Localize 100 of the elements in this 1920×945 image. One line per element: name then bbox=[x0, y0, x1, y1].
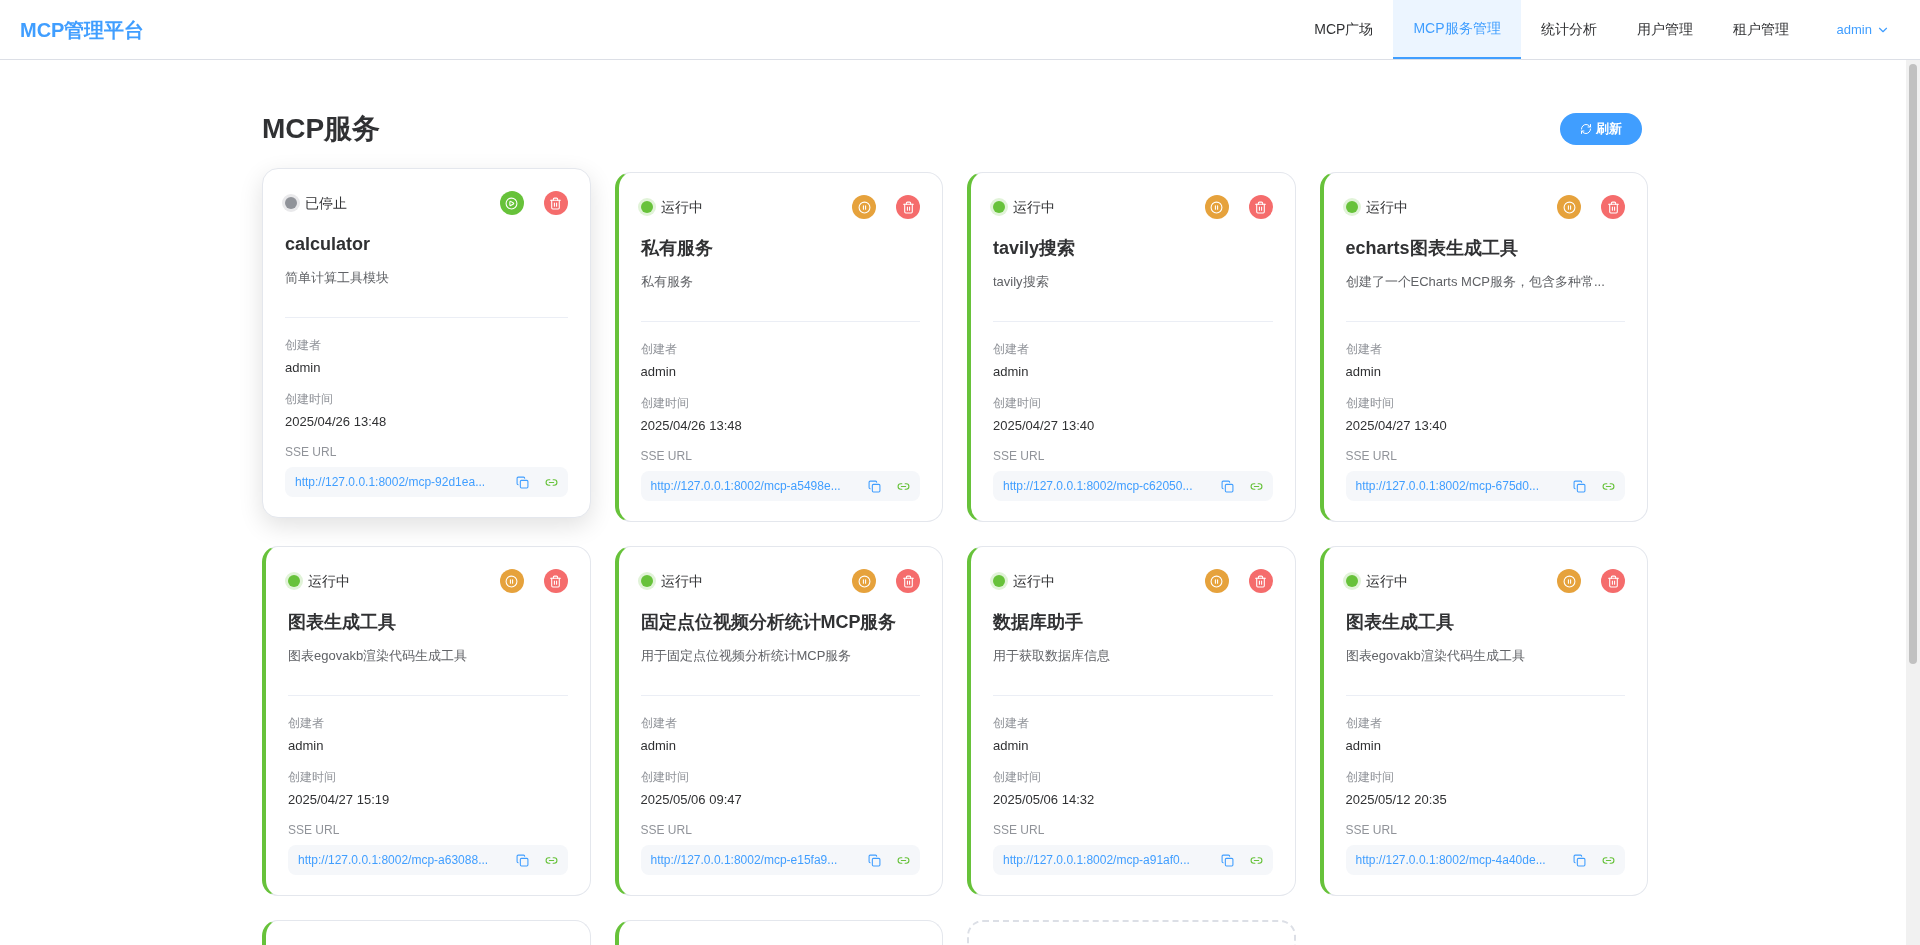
copy-icon[interactable] bbox=[1220, 853, 1234, 867]
sse-url-label: SSE URL bbox=[640, 822, 693, 840]
sse-url-label: SSE URL bbox=[288, 822, 341, 840]
status-text: 运行中 bbox=[1013, 571, 1055, 591]
trash-icon bbox=[1254, 200, 1267, 214]
nav-tab[interactable]: MCP广场 bbox=[1294, 0, 1394, 59]
sse-url[interactable]: http://127.0.0.1:8002/mcp-4a40de... bbox=[1355, 851, 1546, 870]
pause-button[interactable] bbox=[852, 569, 876, 593]
copy-icon[interactable] bbox=[868, 479, 881, 493]
pause-icon bbox=[857, 200, 871, 214]
created-time-label: 创建时间 bbox=[640, 768, 690, 786]
pause-icon bbox=[1210, 574, 1223, 588]
copy-icon[interactable] bbox=[1573, 853, 1586, 867]
sse-url[interactable]: http://127.0.0.1:8002/mcp-e15fa9... bbox=[650, 851, 838, 870]
delete-button[interactable] bbox=[1601, 195, 1625, 219]
creator-value: admin bbox=[288, 737, 325, 756]
refresh-button[interactable]: 刷新 bbox=[1560, 113, 1642, 145]
play-icon bbox=[505, 196, 518, 210]
pause-button[interactable] bbox=[1204, 569, 1229, 593]
pause-icon bbox=[1562, 200, 1576, 214]
created-time-value: 2025/05/12 20:35 bbox=[1345, 790, 1448, 809]
creator-value: admin bbox=[993, 737, 1030, 756]
scrollbar[interactable] bbox=[1906, 60, 1920, 945]
user-menu[interactable]: admin bbox=[1836, 19, 1890, 40]
status-text: 运行中 bbox=[1365, 571, 1408, 591]
status-text: 运行中 bbox=[660, 197, 703, 217]
service-name: 固定点位视频分析统计MCP服务 bbox=[640, 611, 898, 634]
delete-button[interactable] bbox=[896, 569, 920, 593]
service-description: 简单计算工具模块 bbox=[285, 269, 390, 287]
service-description: tavily搜索 bbox=[993, 273, 1050, 291]
trash-icon bbox=[901, 574, 915, 588]
pause-button[interactable] bbox=[499, 569, 524, 593]
pause-icon bbox=[1562, 574, 1576, 588]
service-name: 数据库助手 bbox=[993, 611, 1084, 634]
created-time-value: 2025/05/06 09:47 bbox=[640, 790, 743, 809]
creator-label: 创建者 bbox=[285, 337, 322, 355]
copy-icon[interactable] bbox=[515, 475, 529, 489]
creator-label: 创建者 bbox=[1345, 341, 1383, 359]
delete-button[interactable] bbox=[1248, 569, 1273, 593]
creator-value: admin bbox=[640, 737, 677, 756]
sse-url[interactable]: http://127.0.0.1:8002/mcp-675d0... bbox=[1355, 477, 1539, 496]
status-text: 运行中 bbox=[308, 571, 350, 591]
sse-url-label: SSE URL bbox=[1345, 448, 1398, 466]
delete-button[interactable] bbox=[896, 195, 920, 219]
creator-label: 创建者 bbox=[640, 715, 678, 733]
service-name: echarts图表生成工具 bbox=[1345, 237, 1519, 260]
pause-button[interactable] bbox=[852, 195, 876, 219]
creator-value: admin bbox=[1345, 737, 1382, 756]
play-button[interactable] bbox=[499, 191, 524, 215]
pause-icon bbox=[1210, 200, 1223, 214]
pause-button[interactable] bbox=[1204, 195, 1229, 219]
sse-url[interactable]: http://127.0.0.1:8002/mcp-a91af0... bbox=[1003, 851, 1190, 870]
service-name: calculator bbox=[285, 233, 372, 256]
service-description: 私有服务 bbox=[640, 273, 694, 291]
copy-icon[interactable] bbox=[515, 853, 529, 867]
status-text: 运行中 bbox=[660, 571, 703, 591]
delete-button[interactable] bbox=[543, 569, 568, 593]
creator-label: 创建者 bbox=[993, 341, 1030, 359]
service-description: 图表egovakb渲染代码生成工具 bbox=[288, 647, 469, 665]
created-time-label: 创建时间 bbox=[640, 394, 690, 412]
creator-label: 创建者 bbox=[1345, 715, 1383, 733]
nav-tab[interactable]: 租户管理 bbox=[1712, 0, 1809, 59]
created-time-value: 2025/04/27 13:40 bbox=[993, 416, 1096, 435]
status-text: 已停止 bbox=[305, 193, 347, 213]
created-time-value: 2025/04/27 15:19 bbox=[288, 790, 391, 809]
sse-url[interactable]: http://127.0.0.1:8002/mcp-c62050... bbox=[1003, 477, 1193, 496]
service-description: 创建了一个ECharts MCP服务，包含多种常... bbox=[1345, 273, 1606, 291]
created-time-value: 2025/05/06 14:32 bbox=[993, 790, 1096, 809]
nav-tab[interactable]: 统计分析 bbox=[1520, 0, 1617, 59]
sse-url[interactable]: http://127.0.0.1:8002/mcp-92d1ea... bbox=[295, 473, 486, 492]
app-logo[interactable]: MCP管理平台 bbox=[20, 14, 145, 45]
trash-icon bbox=[1254, 574, 1267, 588]
service-description: 用于获取数据库信息 bbox=[993, 647, 1111, 665]
copy-icon[interactable] bbox=[1220, 479, 1234, 493]
nav-tab[interactable]: 用户管理 bbox=[1616, 0, 1713, 59]
sse-url-label: SSE URL bbox=[285, 444, 338, 462]
copy-icon[interactable] bbox=[1573, 479, 1586, 493]
sse-url[interactable]: http://127.0.0.1:8002/mcp-a5498e... bbox=[650, 477, 841, 496]
created-time-label: 创建时间 bbox=[288, 768, 337, 786]
copy-icon[interactable] bbox=[868, 853, 881, 867]
pause-button[interactable] bbox=[1557, 569, 1581, 593]
service-description: 图表egovakb渲染代码生成工具 bbox=[1345, 647, 1526, 665]
created-time-value: 2025/04/26 13:48 bbox=[285, 412, 388, 431]
created-time-label: 创建时间 bbox=[1345, 394, 1395, 412]
trash-icon bbox=[901, 200, 915, 214]
delete-button[interactable] bbox=[1601, 569, 1625, 593]
delete-button[interactable] bbox=[543, 191, 568, 215]
pause-icon bbox=[505, 574, 518, 588]
status-text: 运行中 bbox=[1365, 197, 1408, 217]
service-name: tavily搜索 bbox=[993, 237, 1077, 260]
trash-icon bbox=[549, 574, 562, 588]
sse-url-label: SSE URL bbox=[993, 822, 1046, 840]
nav-tab[interactable]: MCP服务管理 bbox=[1393, 0, 1521, 59]
creator-label: 创建者 bbox=[993, 715, 1030, 733]
delete-button[interactable] bbox=[1248, 195, 1273, 219]
created-time-value: 2025/04/26 13:48 bbox=[640, 416, 743, 435]
pause-button[interactable] bbox=[1557, 195, 1581, 219]
creator-value: admin bbox=[1345, 363, 1382, 382]
creator-value: admin bbox=[640, 363, 677, 382]
sse-url[interactable]: http://127.0.0.1:8002/mcp-a63088... bbox=[298, 851, 489, 870]
